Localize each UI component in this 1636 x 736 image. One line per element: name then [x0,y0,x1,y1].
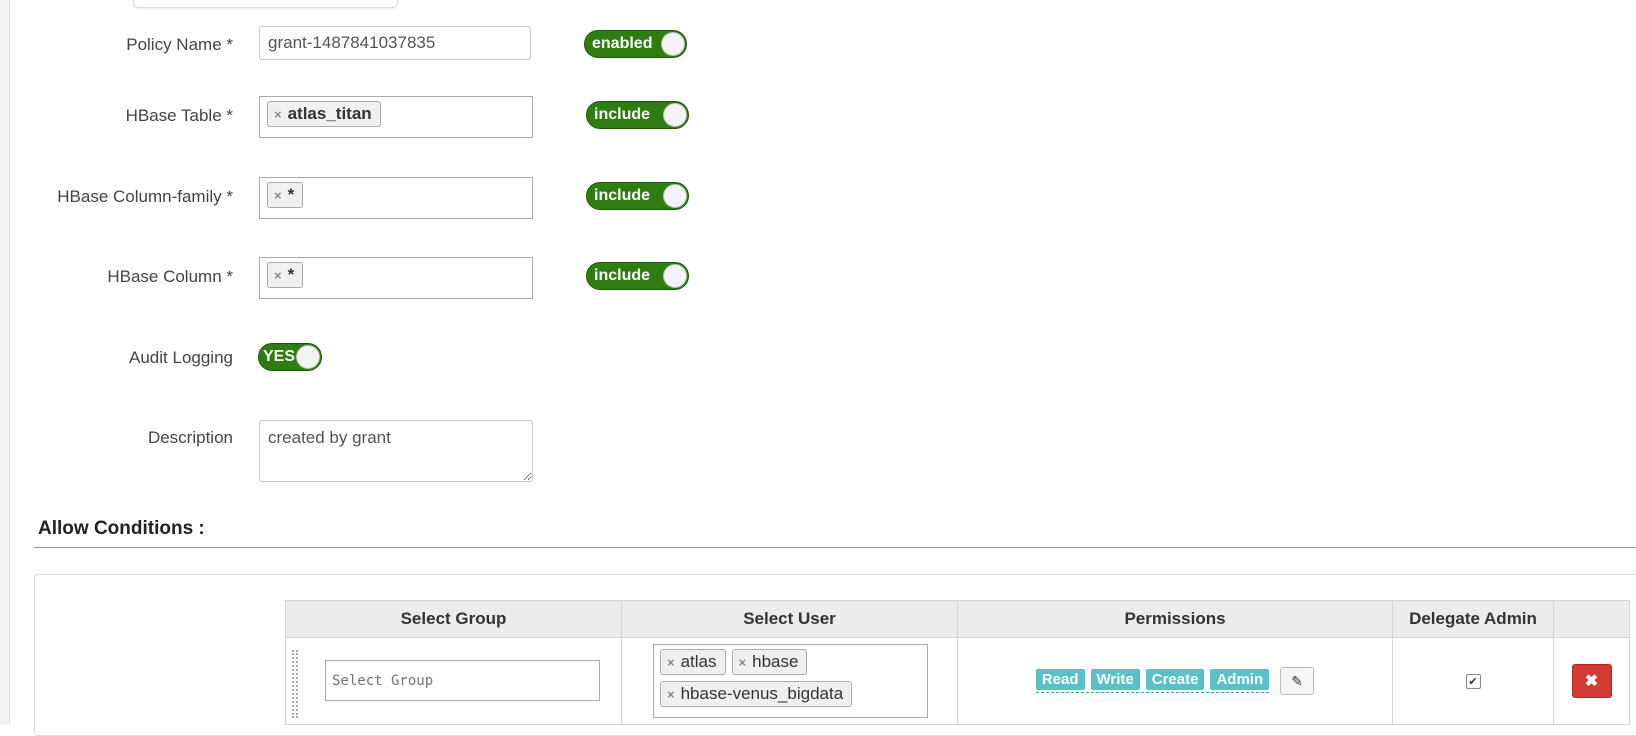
tag-label: atlas_titan [287,104,372,123]
delegate-admin-cell: ✔ [1392,637,1554,725]
hbase-column-toggle-label: include [594,267,651,284]
remove-tag-icon[interactable]: × [667,687,675,702]
table-header-row: Select Group Select User Permissions Del… [285,600,1630,638]
toggle-knob [663,103,687,127]
permissions-editor: Read Write Create Admin ✎ [958,667,1392,695]
hbase-column-family-toggle-label: include [594,187,651,204]
remove-tag-icon[interactable]: × [274,188,282,203]
select-user-input[interactable]: × atlas × hbase × hbase-venus_bigdata [653,644,928,718]
audit-logging-toggle-label: YES [263,348,296,365]
audit-logging-toggle[interactable]: YES [258,343,322,371]
tag-label: * [287,185,295,204]
policy-enabled-toggle[interactable]: enabled [584,30,687,58]
drag-handle-icon[interactable] [292,650,298,718]
actions-cell: ✖ [1553,637,1630,725]
hbase-column-family-include-toggle[interactable]: include [586,182,689,210]
hbase-table-select[interactable]: × atlas_titan [259,96,533,138]
user-tag-atlas: × atlas [660,649,726,675]
dropdown-popup-edge [133,0,398,8]
select-group-input[interactable] [325,660,600,701]
user-tag-hbase-venus-bigdata: × hbase-venus_bigdata [660,681,853,707]
toggle-knob [296,345,320,369]
permission-badge-admin: Admin [1210,669,1270,690]
hbase-column-select[interactable]: × * [259,257,533,299]
close-icon: ✖ [1584,673,1599,690]
tag-label: atlas [680,652,717,671]
permission-badge-write: Write [1090,669,1140,690]
policy-name-input[interactable] [259,26,531,60]
table-row: × atlas × hbase × hbase-venus_bigdata [285,637,1630,725]
tag-atlas-titan: × atlas_titan [267,101,381,127]
col-select-group: Select Group [285,600,622,638]
hbase-column-family-select[interactable]: × * [259,177,533,219]
audit-logging-label: Audit Logging [129,348,233,367]
col-select-user: Select User [621,600,958,638]
tag-label: hbase [752,652,799,671]
user-tag-hbase: × hbase [731,649,808,675]
hbase-column-label: HBase Column * [107,267,233,286]
tag-label: * [287,265,295,284]
remove-tag-icon[interactable]: × [274,107,282,122]
select-group-cell [285,637,622,725]
permissions-cell: Read Write Create Admin ✎ [957,637,1393,725]
tag-wildcard: × * [267,182,304,208]
remove-tag-icon[interactable]: × [739,655,747,670]
allow-conditions-title: Allow Conditions : [38,518,205,539]
tag-wildcard: × * [267,262,304,288]
pencil-icon: ✎ [1291,672,1303,689]
section-divider [34,547,1636,548]
delete-row-button[interactable]: ✖ [1571,664,1612,698]
toggle-knob [663,264,687,288]
hbase-column-family-label: HBase Column-family * [57,187,233,206]
hbase-column-include-toggle[interactable]: include [586,262,689,290]
col-delegate-admin: Delegate Admin [1392,600,1554,638]
col-actions [1553,600,1630,638]
hbase-table-label: HBase Table * [125,106,233,125]
permission-badges[interactable]: Read Write Create Admin [1035,669,1270,693]
policy-enabled-toggle-label: enabled [592,35,653,52]
remove-tag-icon[interactable]: × [667,655,675,670]
hbase-table-include-toggle[interactable]: include [586,101,689,129]
edit-permissions-button[interactable]: ✎ [1280,667,1315,695]
permission-badge-create: Create [1145,669,1205,690]
hbase-table-toggle-label: include [594,106,651,123]
policy-name-label: Policy Name * [126,35,233,54]
allow-conditions-table: Select Group Select User Permissions Del… [285,600,1630,725]
toggle-knob [663,184,687,208]
toggle-knob [661,32,685,56]
check-icon: ✔ [1468,675,1478,688]
description-textarea[interactable]: created by grant [259,420,533,482]
tag-label: hbase-venus_bigdata [680,684,844,703]
remove-tag-icon[interactable]: × [274,268,282,283]
left-rail [0,0,10,725]
col-permissions: Permissions [957,600,1393,638]
delegate-admin-checkbox[interactable]: ✔ [1465,673,1481,689]
select-user-cell: × atlas × hbase × hbase-venus_bigdata [621,637,958,725]
permission-badge-read: Read [1035,669,1085,690]
description-label: Description [147,428,233,447]
